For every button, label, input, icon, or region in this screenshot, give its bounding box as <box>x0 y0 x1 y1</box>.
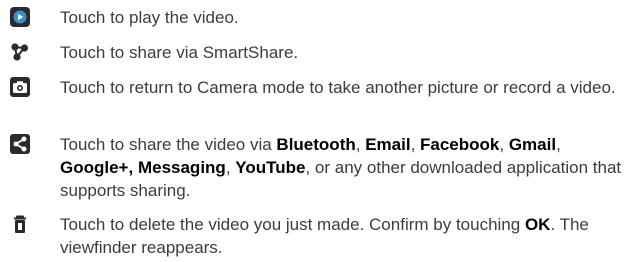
separator: , <box>499 135 509 154</box>
delete-icon <box>10 214 30 234</box>
smartshare-icon <box>10 42 30 62</box>
share-description: Touch to share the video via Bluetooth, … <box>60 133 628 202</box>
separator: , <box>410 135 421 154</box>
delete-item: Touch to delete the video you just made.… <box>10 213 628 259</box>
share-icon <box>10 134 30 154</box>
play-description: Touch to play the video. <box>60 8 239 27</box>
share-option-gmail: Gmail <box>508 135 557 154</box>
share-option-messaging: Messaging <box>137 158 226 177</box>
smartshare-item: Touch to share via SmartShare. <box>10 41 628 64</box>
ok-label: OK <box>524 215 551 234</box>
share-item: Touch to share the video via Bluetooth, … <box>10 133 628 202</box>
separator: , <box>355 135 366 154</box>
share-text-intro: Touch to share the video via <box>60 135 277 154</box>
play-item: Touch to play the video. <box>10 6 628 29</box>
share-option-email: Email <box>365 135 411 154</box>
camera-description: Touch to return to Camera mode to take a… <box>60 78 616 97</box>
separator: , <box>225 158 236 177</box>
delete-text-intro: Touch to delete the video you just made.… <box>60 215 525 234</box>
delete-description: Touch to delete the video you just made.… <box>60 213 628 259</box>
share-option-facebook: Facebook <box>420 135 500 154</box>
share-option-googleplus: Google+, <box>60 158 134 177</box>
help-page: Touch to play the video. Touch to share … <box>0 0 638 262</box>
play-icon <box>10 7 30 27</box>
camera-item: Touch to return to Camera mode to take a… <box>10 76 628 99</box>
share-option-youtube: YouTube <box>235 158 306 177</box>
smartshare-description: Touch to share via SmartShare. <box>60 43 299 62</box>
camera-icon <box>10 77 30 97</box>
share-option-bluetooth: Bluetooth <box>276 135 356 154</box>
separator: , <box>556 135 561 154</box>
